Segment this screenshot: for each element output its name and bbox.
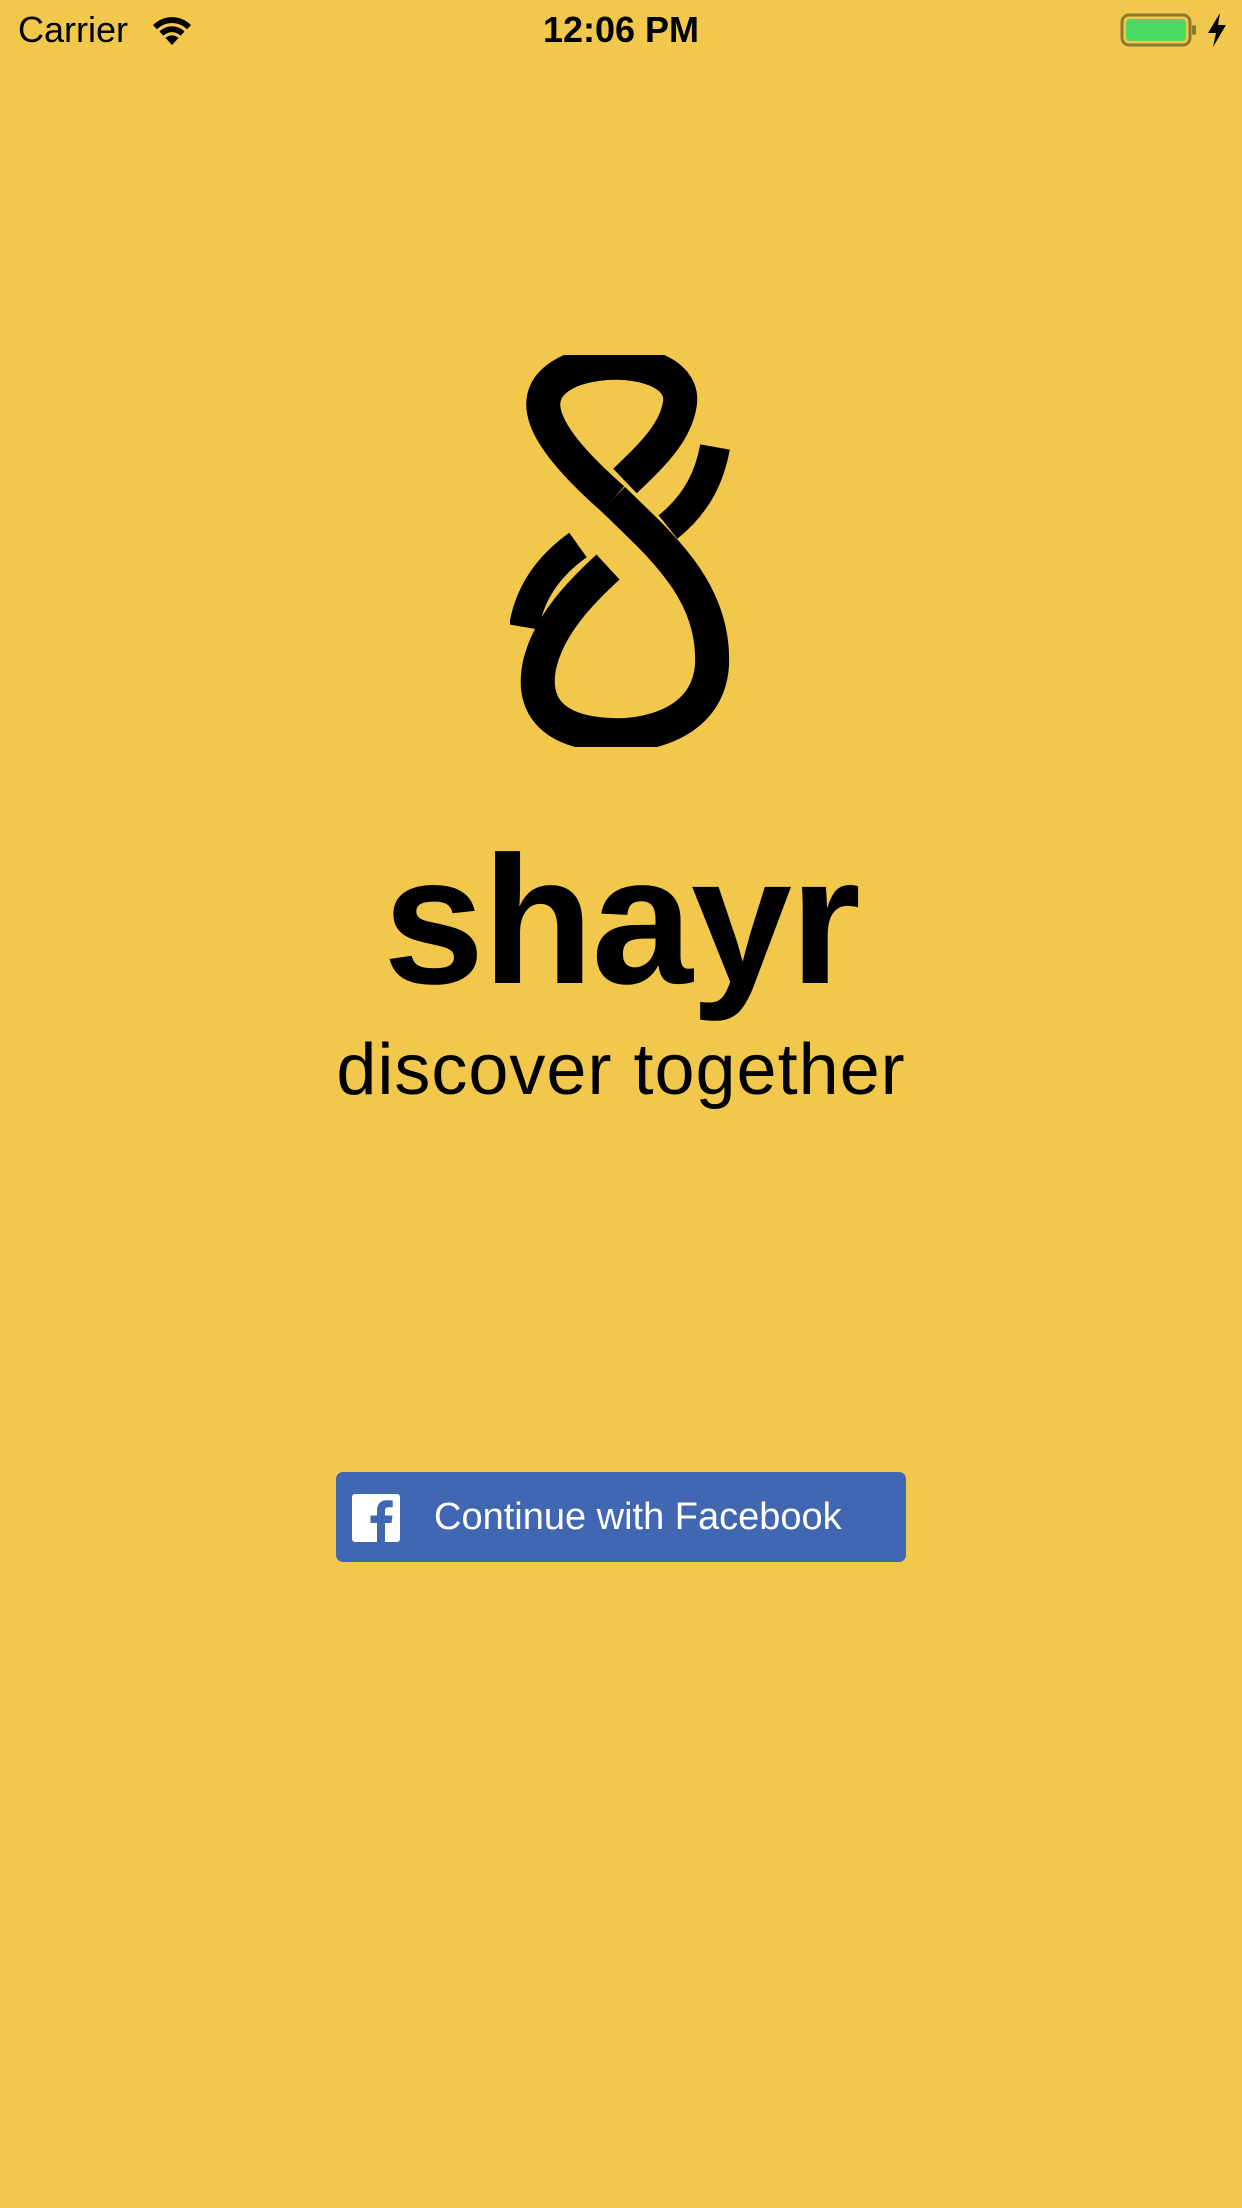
status-time: 12:06 PM: [542, 9, 700, 50]
charging-bolt-icon: [1208, 13, 1226, 47]
app-name: shayr: [383, 818, 861, 1022]
app-tagline: discover together: [336, 1030, 906, 1110]
shayr-logo-icon: [510, 355, 730, 747]
facebook-button-label: Continue with Facebook: [434, 1496, 842, 1538]
battery-icon: [1120, 13, 1196, 47]
status-bar: Carrier 12:06 PM: [0, 0, 1242, 60]
continue-with-facebook-button[interactable]: Continue with Facebook: [336, 1472, 906, 1562]
facebook-icon: [352, 1494, 400, 1542]
screen: Carrier 12:06 PM shayr discover together…: [0, 0, 1242, 2208]
